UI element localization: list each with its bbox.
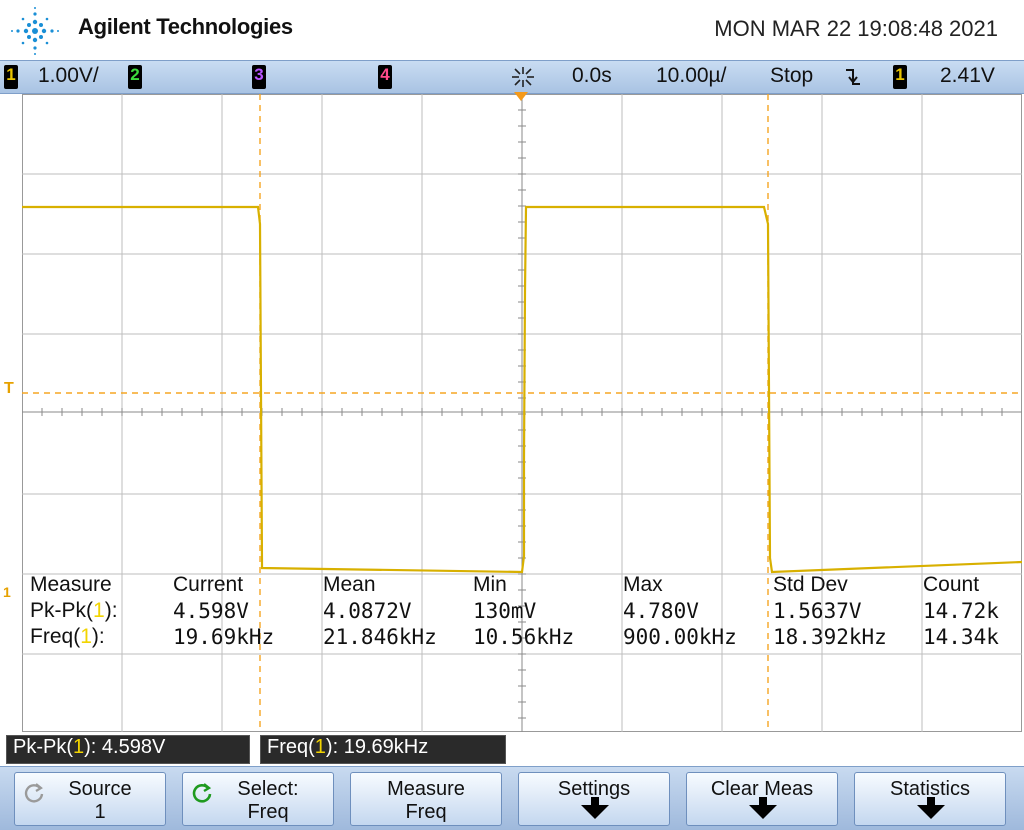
stat-row-name: Freq: [30, 625, 74, 648]
channel-1-indicator[interactable]: 1: [4, 65, 18, 89]
readout-value: 19.69kHz: [343, 736, 429, 758]
brand-name: Agilent Technologies: [78, 14, 293, 39]
down-arrow-icon: [581, 797, 609, 819]
softkey-value: 1: [94, 801, 106, 823]
channel-3-indicator[interactable]: 3: [252, 65, 266, 89]
channel-1-ground-marker: 1: [3, 584, 11, 600]
falling-edge-icon: [846, 69, 860, 85]
source-softkey[interactable]: Source 1: [14, 772, 166, 826]
readout-value: 4.598V: [101, 736, 166, 758]
stat-row-label: Freq(1):: [30, 625, 105, 648]
channel-4-indicator[interactable]: 4: [378, 65, 392, 89]
stat-cell: 19.69kHz: [173, 625, 275, 649]
readout-name: Pk-Pk: [13, 736, 67, 758]
softkey-value: Freq: [247, 801, 289, 823]
stat-cell: 130mV: [473, 599, 537, 623]
horizontal-delay: 0.0s: [572, 64, 612, 87]
channel-2-indicator[interactable]: 2: [128, 65, 142, 89]
readout-name: Freq: [267, 736, 309, 758]
down-arrow-icon: [749, 797, 777, 819]
channel-1-scale: 1.00V/: [38, 64, 99, 87]
trigger-source-indicator: 1: [893, 65, 907, 89]
stat-cell: 900.00kHz: [623, 625, 737, 649]
stat-cell: 21.846kHz: [323, 625, 437, 649]
stat-cell: 18.392kHz: [773, 625, 887, 649]
down-arrow-icon: [917, 797, 945, 819]
softkey-bar: Source 1 Select: Freq Measure Freq Setti…: [0, 766, 1024, 830]
measure-freq-softkey[interactable]: Measure Freq: [350, 772, 502, 826]
trigger-position-marker: [514, 92, 528, 101]
statistics-softkey[interactable]: Statistics: [854, 772, 1006, 826]
trigger-level-marker: T: [4, 380, 14, 397]
stat-header-count: Count: [923, 573, 980, 596]
clear-meas-softkey[interactable]: Clear Meas: [686, 772, 838, 826]
stat-header-max: Max: [623, 573, 663, 596]
stat-cell: 4.0872V: [323, 599, 412, 623]
select-measurement-softkey[interactable]: Select: Freq: [182, 772, 334, 826]
readout-channel: 1: [73, 736, 85, 758]
readout-channel: 1: [314, 736, 326, 758]
stat-header-mean: Mean: [323, 573, 376, 596]
scope-status-bar: 1 1.00V/ 2 3 4 0.0s 10.00µ/ Stop 1 2.41V: [0, 60, 1024, 94]
stat-row-label: Pk-Pk(1):: [30, 599, 118, 622]
timebase-scale: 10.00µ/: [656, 64, 727, 87]
stat-row-name: Pk-Pk: [30, 599, 87, 622]
date-time: MON MAR 22 19:08:48 2021: [714, 16, 998, 41]
stat-header-std-dev: Std Dev: [773, 573, 848, 596]
trigger-level: 2.41V: [940, 64, 995, 87]
stat-header-min: Min: [473, 573, 507, 596]
stat-row-channel: 1: [93, 599, 105, 622]
stat-cell: 14.72k: [923, 599, 999, 623]
softkey-label: Source: [68, 778, 132, 800]
stat-header-current: Current: [173, 573, 244, 596]
readout-freq: Freq(1): 19.69kHz: [260, 735, 506, 764]
stat-cell: 14.34k: [923, 625, 999, 649]
stat-header-measure: Measure: [30, 573, 112, 596]
readout-pk-pk: Pk-Pk(1): 4.598V: [6, 735, 250, 764]
softkey-label: Measure: [387, 778, 465, 800]
stat-cell: 1.5637V: [773, 599, 862, 623]
stat-row-channel: 1: [80, 625, 92, 648]
stat-cell: 4.780V: [623, 599, 699, 623]
stat-cell: 10.56kHz: [473, 625, 575, 649]
stat-cell: 4.598V: [173, 599, 249, 623]
scope-header: Agilent Technologies MON MAR 22 19:08:48…: [0, 0, 1024, 60]
run-state: Stop: [770, 64, 814, 87]
measurement-readout-row: Pk-Pk(1): 4.598V Freq(1): 19.69kHz: [0, 732, 1024, 766]
softkey-value: Freq: [405, 801, 447, 823]
agilent-spark-logo-icon: [11, 7, 59, 55]
trigger-spark-icon: [512, 67, 534, 87]
softkey-label: Select:: [237, 778, 299, 800]
settings-softkey[interactable]: Settings: [518, 772, 670, 826]
